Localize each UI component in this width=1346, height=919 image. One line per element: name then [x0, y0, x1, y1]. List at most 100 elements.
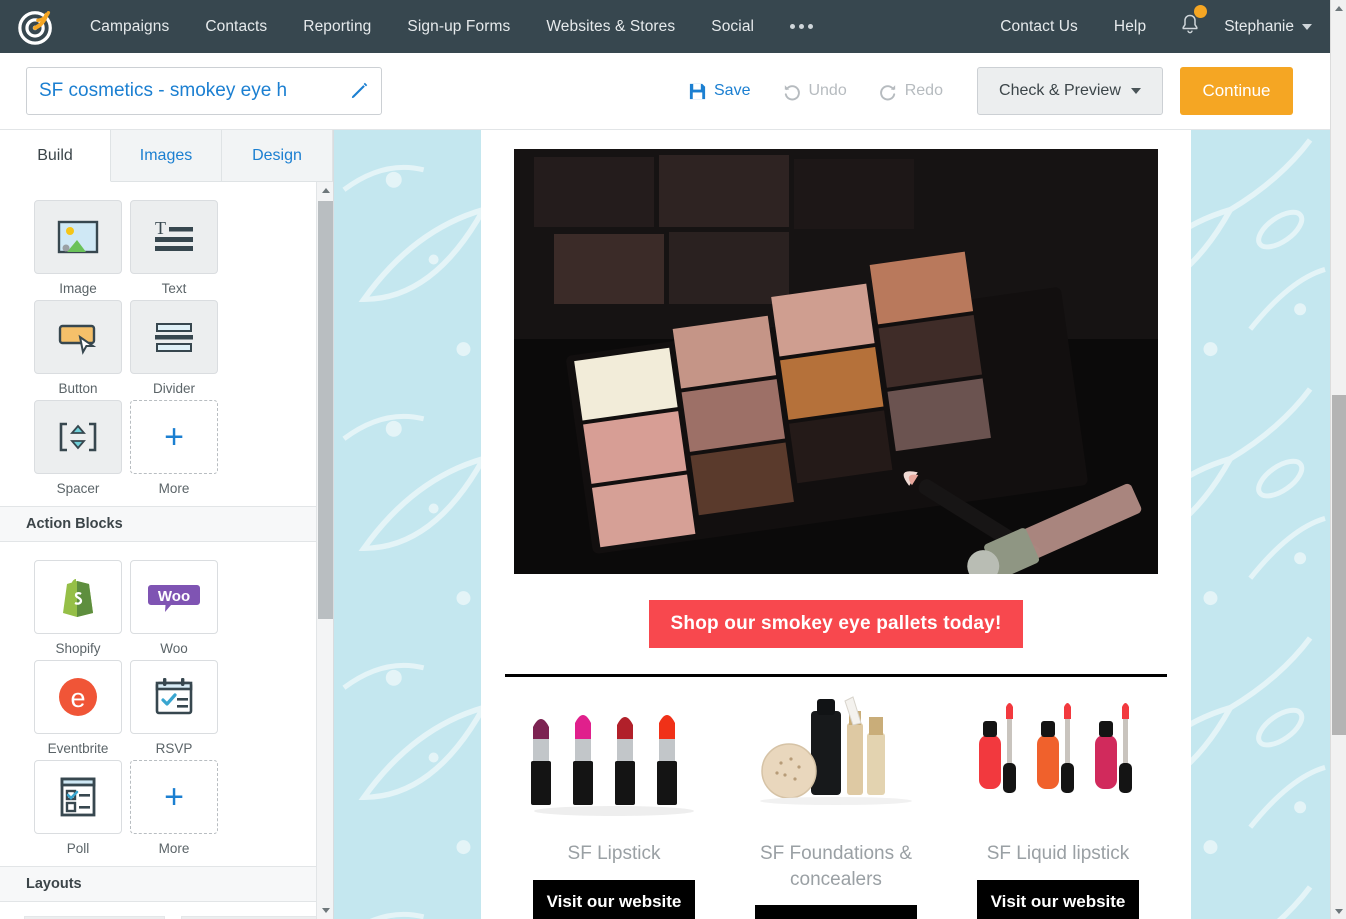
nav-item-contacts[interactable]: Contacts	[187, 18, 285, 36]
redo-arrow-icon	[879, 84, 895, 100]
rsvp-calendar-icon	[130, 660, 218, 734]
editor-toolbar: SF cosmetics - smokey eye h Save Undo Re…	[0, 53, 1330, 130]
block-shopify[interactable]: Shopify	[30, 560, 126, 656]
window-scrollbar[interactable]	[1330, 0, 1346, 919]
block-shopify-label: Shopify	[55, 641, 101, 656]
continue-button[interactable]: Continue	[1179, 67, 1293, 115]
block-image-label: Image	[59, 281, 97, 296]
hero-image-block[interactable]	[514, 149, 1158, 574]
block-button-label: Button	[58, 381, 98, 396]
text-block-icon: T	[130, 200, 218, 274]
redo-button[interactable]: Redo	[863, 82, 959, 101]
sidebar-scroll-up-arrow-icon[interactable]	[317, 182, 333, 199]
top-navigation-bar: Campaigns Contacts Reporting Sign-up For…	[0, 0, 1330, 53]
floppy-disk-icon	[689, 83, 706, 99]
save-button[interactable]: Save	[672, 82, 766, 101]
undo-button[interactable]: Undo	[766, 82, 862, 101]
block-text-label: Text	[161, 281, 187, 296]
nav-overflow-menu-icon[interactable]	[772, 24, 831, 29]
shop-cta-button[interactable]: Shop our smokey eye pallets today!	[648, 600, 1024, 648]
block-button[interactable]: Button	[30, 300, 126, 396]
eventbrite-icon: e	[34, 660, 122, 734]
product-column-lipstick[interactable]: SF Lipstick Visit our website	[503, 693, 725, 919]
product-columns: SF Lipstick Visit our website SF Foundat…	[503, 693, 1169, 919]
notification-bell-button[interactable]	[1164, 5, 1216, 40]
tab-design[interactable]: Design	[222, 130, 333, 182]
tab-build[interactable]: Build	[0, 130, 111, 182]
nav-item-reporting[interactable]: Reporting	[285, 18, 389, 36]
block-poll[interactable]: Poll	[30, 760, 126, 856]
nav-item-websites-stores[interactable]: Websites & Stores	[528, 18, 693, 36]
pencil-icon[interactable]	[349, 81, 369, 101]
block-rsvp-label: RSVP	[155, 741, 193, 756]
block-text[interactable]: T Text	[126, 200, 222, 296]
product-column-liquid-lipstick[interactable]: SF Liquid lipstick Visit our website	[947, 693, 1169, 919]
foundations-photo[interactable]	[741, 693, 931, 833]
product-button-lipstick[interactable]: Visit our website	[532, 879, 696, 919]
svg-text:T: T	[155, 218, 166, 238]
product-button-liquid-lipstick[interactable]: Visit our website	[976, 879, 1140, 919]
toolbar-actions: Save Undo Redo Check & Preview Continue	[672, 67, 1293, 115]
window-scrollbar-thumb[interactable]	[1332, 395, 1346, 735]
nav-item-help[interactable]: Help	[1096, 18, 1164, 36]
product-title-foundations: SF Foundations & concealers	[759, 843, 913, 890]
block-woo-label: Woo	[160, 641, 188, 656]
block-more-basic-label: More	[158, 481, 190, 496]
campaign-title-input[interactable]: SF cosmetics - smokey eye h	[26, 67, 382, 115]
block-more-basic[interactable]: + More	[126, 400, 222, 496]
user-menu-button[interactable]: Stephanie	[1216, 18, 1312, 36]
chevron-down-icon	[1302, 23, 1312, 30]
block-spacer-label: Spacer	[56, 481, 100, 496]
email-body[interactable]: Shop our smokey eye pallets today! SF Li…	[481, 130, 1191, 919]
campaign-title-value: SF cosmetics - smokey eye h	[39, 80, 288, 101]
plus-icon: +	[130, 760, 218, 834]
block-eventbrite[interactable]: e Eventbrite	[30, 660, 126, 756]
block-woo[interactable]: Woo Woo	[126, 560, 222, 656]
editor-sidebar: Build Images Design Image T Text Button …	[0, 130, 334, 919]
block-poll-label: Poll	[66, 841, 90, 856]
nav-item-social[interactable]: Social	[693, 18, 772, 36]
window-scroll-up-arrow-icon[interactable]	[1331, 0, 1346, 16]
window-scroll-down-arrow-icon[interactable]	[1331, 903, 1346, 919]
sidebar-scroll-down-arrow-icon[interactable]	[317, 902, 333, 919]
product-column-foundations[interactable]: SF Foundations & concealers Visit our we…	[725, 693, 947, 919]
shopify-icon	[34, 560, 122, 634]
check-and-preview-label: Check & Preview	[999, 82, 1121, 99]
block-divider[interactable]: Divider	[126, 300, 222, 396]
block-more-action[interactable]: + More	[126, 760, 222, 856]
liquid-lipsticks-photo[interactable]	[963, 693, 1153, 833]
notification-badge-dot	[1194, 5, 1208, 18]
block-spacer[interactable]: Spacer	[30, 400, 126, 496]
redo-button-label: Redo	[904, 82, 943, 99]
cta-button-block[interactable]: Shop our smokey eye pallets today!	[503, 600, 1169, 648]
nav-right-group: Contact Us Help Stephanie	[982, 5, 1330, 40]
block-rsvp[interactable]: RSVP	[126, 660, 222, 756]
divider-block[interactable]	[505, 674, 1167, 677]
action-blocks-grid: Shopify Woo Woo e Eventbrite RSVP Poll +…	[0, 542, 333, 866]
sidebar-scrollbar[interactable]	[316, 182, 333, 919]
lipsticks-photo[interactable]	[519, 693, 709, 833]
nav-item-campaigns[interactable]: Campaigns	[72, 18, 187, 36]
sidebar-scrollbar-thumb[interactable]	[318, 201, 333, 619]
product-title-liquid-lipstick: SF Liquid lipstick	[986, 843, 1130, 864]
email-canvas[interactable]: Shop our smokey eye pallets today! SF Li…	[334, 130, 1330, 919]
action-blocks-heading: Action Blocks	[0, 506, 333, 542]
block-image[interactable]: Image	[30, 200, 126, 296]
tab-images[interactable]: Images	[111, 130, 222, 182]
layouts-grid: T T	[0, 902, 333, 919]
nav-item-signup-forms[interactable]: Sign-up Forms	[389, 18, 528, 36]
check-and-preview-button[interactable]: Check & Preview	[976, 67, 1163, 115]
block-divider-label: Divider	[152, 381, 195, 396]
woocommerce-icon: Woo	[130, 560, 218, 634]
svg-text:e: e	[70, 683, 85, 713]
save-button-label: Save	[714, 82, 751, 99]
spacer-block-icon	[34, 400, 122, 474]
app-logo[interactable]	[0, 8, 72, 46]
product-title-lipstick: SF Lipstick	[567, 843, 661, 864]
nav-item-contact-us[interactable]: Contact Us	[982, 18, 1096, 36]
divider-block-icon	[130, 300, 218, 374]
product-button-foundations[interactable]: Visit our website	[754, 905, 918, 919]
image-block-icon	[34, 200, 122, 274]
sidebar-tabs: Build Images Design	[0, 130, 333, 182]
block-more-action-label: More	[158, 841, 190, 856]
